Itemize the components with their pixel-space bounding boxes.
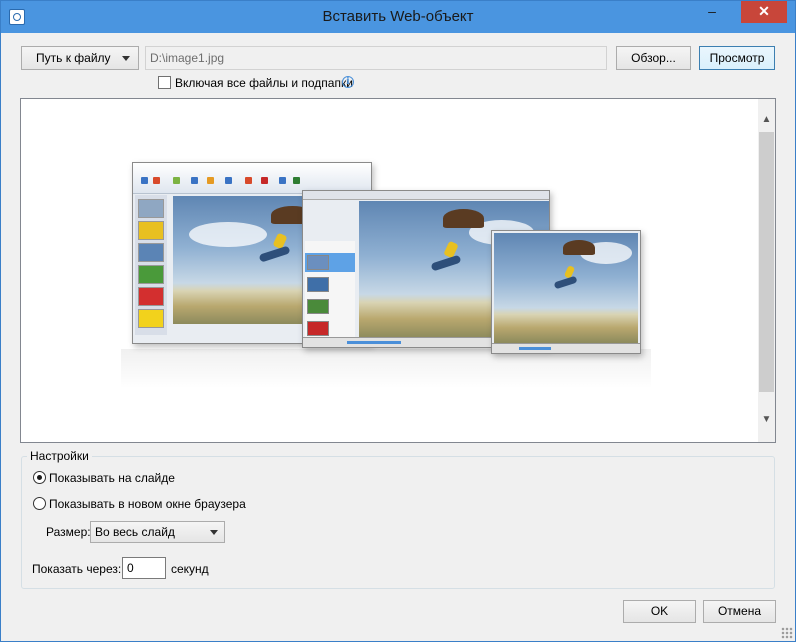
slide-thumbnails [135,195,167,335]
show-in-browser-label[interactable]: Показывать в новом окне браузера [49,497,246,511]
size-dropdown[interactable]: Во весь слайд [90,521,225,543]
preview-button[interactable]: Просмотр [699,46,775,70]
insert-web-object-dialog: Вставить Web-объект – ✕ Путь к файлу D:\… [0,0,796,642]
preview-image-photo [491,230,641,354]
delay-seconds-input[interactable]: 0 [122,557,166,579]
chevron-down-icon [122,56,130,61]
preview-area: ▲ ▼ [20,98,776,443]
source-type-label: Путь к файлу [36,51,111,65]
show-on-slide-label[interactable]: Показывать на слайде [49,471,175,485]
size-value: Во весь слайд [95,525,175,539]
resize-grip-icon[interactable] [781,627,793,639]
file-path-field[interactable]: D:\image1.jpg [145,46,607,70]
title-bar: Вставить Web-объект – ✕ [1,1,795,33]
show-on-slide-radio[interactable] [33,471,46,484]
cancel-button[interactable]: Отмена [703,600,776,623]
delay-label: Показать через: [32,562,122,576]
preview-scrollbar[interactable]: ▲ ▼ [758,99,775,442]
scroll-thumb[interactable] [759,132,774,392]
chevron-down-icon [210,530,218,535]
info-icon[interactable]: i [342,76,354,88]
scroll-down-icon[interactable]: ▼ [758,411,775,428]
close-button[interactable]: ✕ [741,1,787,23]
image-reflection [121,349,651,389]
delay-unit-label: секунд [171,562,209,576]
show-in-browser-radio[interactable] [33,497,46,510]
include-subfolders-checkbox[interactable] [158,76,171,89]
window-title: Вставить Web-объект [322,8,474,25]
size-label: Размер: [46,525,91,539]
scroll-up-icon[interactable]: ▲ [758,111,775,128]
browse-button[interactable]: Обзор... [616,46,691,70]
thumbnail-pane [305,241,355,341]
include-subfolders-label: Включая все файлы и подпапки [175,76,353,90]
ok-button[interactable]: OK [623,600,696,623]
minimize-button[interactable]: – [697,1,727,23]
settings-group-label: Настройки [27,449,92,463]
source-type-dropdown[interactable]: Путь к файлу [21,46,139,70]
